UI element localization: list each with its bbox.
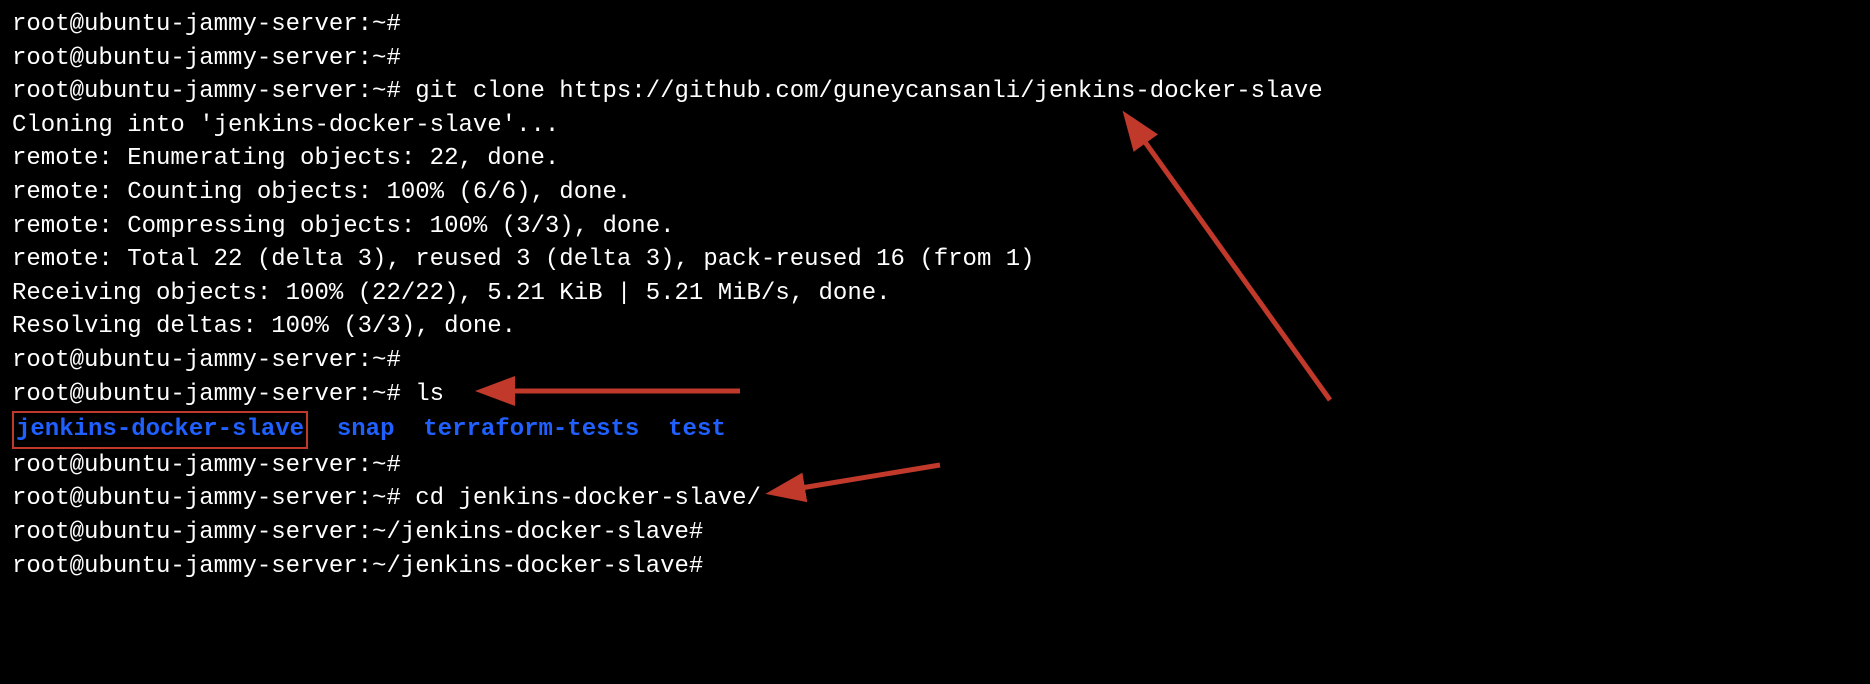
directory-jenkins-docker-slave: jenkins-docker-slave [12,411,308,449]
command-line: root@ubuntu-jammy-server:~# ls [12,378,1858,412]
output-line: Cloning into 'jenkins-docker-slave'... [12,109,1858,143]
prompt-line: root@ubuntu-jammy-server:~/jenkins-docke… [12,516,1858,550]
prompt: root@ubuntu-jammy-server:~# [12,485,415,512]
output-line: Resolving deltas: 100% (3/3), done. [12,310,1858,344]
prompt: root@ubuntu-jammy-server:~# [12,78,415,105]
output-line: Receiving objects: 100% (22/22), 5.21 Ki… [12,277,1858,311]
directory-test: test [668,416,726,443]
prompt-line: root@ubuntu-jammy-server:~# [12,344,1858,378]
cd-command: cd jenkins-docker-slave/ [415,485,761,512]
command-line: root@ubuntu-jammy-server:~# cd jenkins-d… [12,482,1858,516]
prompt-line: root@ubuntu-jammy-server:~# [12,42,1858,76]
output-line: remote: Total 22 (delta 3), reused 3 (de… [12,243,1858,277]
directory-terraform-tests: terraform-tests [423,416,639,443]
output-line: remote: Counting objects: 100% (6/6), do… [12,176,1858,210]
prompt-line: root@ubuntu-jammy-server:~/jenkins-docke… [12,550,1858,584]
output-line: remote: Compressing objects: 100% (3/3),… [12,210,1858,244]
prompt: root@ubuntu-jammy-server:~# [12,381,415,408]
ls-output-line: jenkins-docker-slave snap terraform-test… [12,411,1858,449]
prompt-line: root@ubuntu-jammy-server:~# [12,8,1858,42]
output-line: remote: Enumerating objects: 22, done. [12,142,1858,176]
git-clone-command: git clone https://github.com/guneycansan… [415,78,1322,105]
prompt-line: root@ubuntu-jammy-server:~# [12,449,1858,483]
ls-command: ls [415,381,444,408]
command-line: root@ubuntu-jammy-server:~# git clone ht… [12,75,1858,109]
directory-snap: snap [337,416,395,443]
terminal-window[interactable]: root@ubuntu-jammy-server:~# root@ubuntu-… [12,8,1858,583]
